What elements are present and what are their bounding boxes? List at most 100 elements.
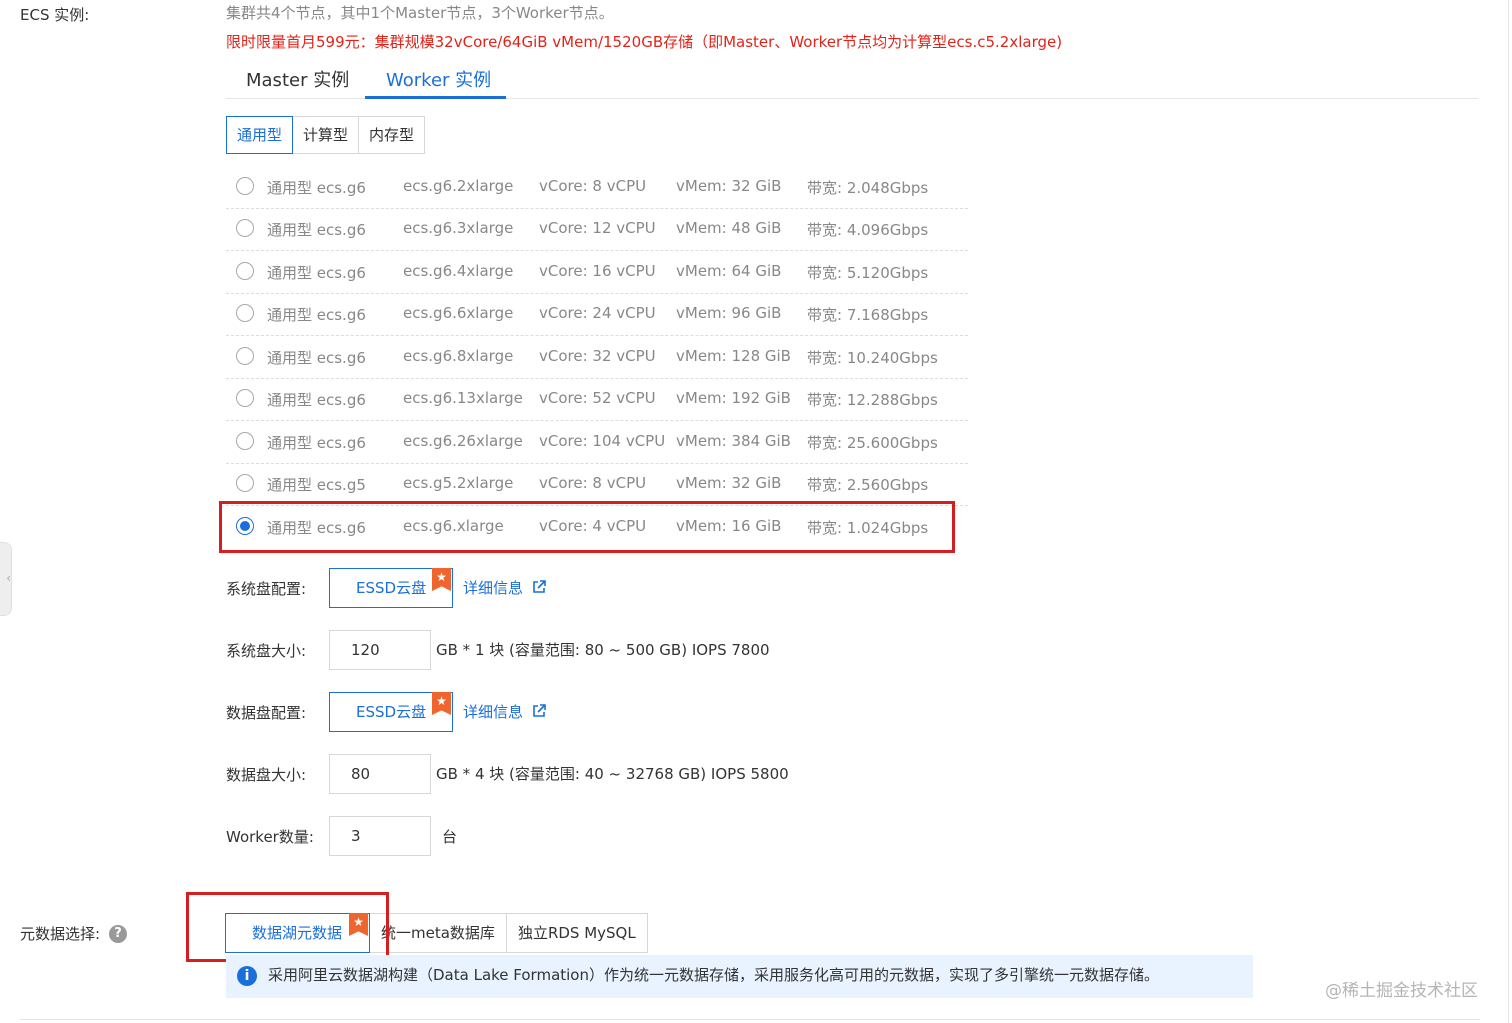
data-disk-detail-text: 详细信息 [463,703,524,721]
external-link-icon [533,704,546,717]
instance-radio[interactable] [236,262,254,280]
worker-count-unit: 台 [442,828,458,846]
instance-type: ecs.g5.2xlarge [403,474,514,492]
system-disk-detail-link[interactable]: 详细信息 [463,577,547,598]
instance-row[interactable]: 通用型 ecs.g6 ecs.g6.3xlarge vCore: 12 vCPU… [226,208,968,251]
metadata-selector: 数据湖元数据 ★ 统一meta数据库 独立RDS MySQL [225,913,648,953]
worker-count-label: Worker数量: [226,828,314,846]
filter-general-purpose[interactable]: 通用型 [226,116,294,154]
instance-vcore: vCore: 104 vCPU [539,432,666,450]
external-link-icon [533,580,546,593]
metadata-label: 元数据选择: [20,925,101,943]
instance-type: ecs.g6.4xlarge [403,262,514,280]
instance-vcore: vCore: 8 vCPU [539,474,647,492]
instance-vmem: vMem: 384 GiB [676,432,791,450]
selected-instance-highlight [219,501,955,553]
info-icon: i [237,966,257,986]
instance-radio[interactable] [236,177,254,195]
instance-family-filter: 通用型 计算型 内存型 [226,116,426,154]
instance-family: 通用型 ecs.g6 [267,349,366,367]
instance-row[interactable]: 通用型 ecs.g5 ecs.g5.2xlarge vCore: 8 vCPU … [226,463,968,506]
instance-bandwidth: 带宽: 2.048Gbps [807,179,929,197]
instance-radio[interactable] [236,474,254,492]
metadata-option-label: 数据湖元数据 [252,924,343,942]
data-disk-size-info: GB * 4 块 (容量范围: 40 ~ 32768 GB) IOPS 5800 [436,765,789,783]
instance-radio[interactable] [236,432,254,450]
instance-row[interactable]: 通用型 ecs.g6 ecs.g6.4xlarge vCore: 16 vCPU… [226,251,968,294]
instance-vmem: vMem: 32 GiB [676,474,782,492]
tab-master-instance[interactable]: Master 实例 [246,66,349,92]
data-disk-type: ESSD云盘 [356,703,427,721]
help-icon[interactable]: ? [109,925,127,943]
instance-bandwidth: 带宽: 7.168Gbps [807,306,929,324]
collapse-sidebar-tab[interactable]: ‹ [0,542,12,616]
promo-text: 限时限量首月599元：集群规模32vCore/64GiB vMem/1520GB… [226,33,1063,51]
metadata-option-rds-mysql[interactable]: 独立RDS MySQL [505,913,648,953]
metadata-option-dlf[interactable]: 数据湖元数据 ★ [225,913,371,953]
instance-type: ecs.g6.2xlarge [403,177,514,195]
instance-bandwidth: 带宽: 10.240Gbps [807,349,938,367]
tab-worker-instance[interactable]: Worker 实例 [386,66,491,92]
instance-row[interactable]: 通用型 ecs.g6 ecs.g6.8xlarge vCore: 32 vCPU… [226,336,968,379]
instance-family: 通用型 ecs.g6 [267,306,366,324]
data-disk-size-input[interactable]: 80 [329,754,431,794]
star-badge-icon: ★ [432,692,451,715]
right-divider [1508,0,1509,1023]
instance-vcore: vCore: 52 vCPU [539,389,656,407]
system-disk-type-button[interactable]: ESSD云盘 ★ [329,568,453,608]
instance-vmem: vMem: 48 GiB [676,219,782,237]
instance-bandwidth: 带宽: 5.120Gbps [807,264,929,282]
instance-row[interactable]: 通用型 ecs.g6 ecs.g6.26xlarge vCore: 104 vC… [226,421,968,464]
bottom-divider [20,1019,1480,1020]
instance-vcore: vCore: 24 vCPU [539,304,656,322]
filter-memory-optimized[interactable]: 内存型 [358,116,426,154]
instance-radio[interactable] [236,347,254,365]
system-disk-config-label: 系统盘配置: [226,580,307,598]
instance-bandwidth: 带宽: 2.560Gbps [807,476,929,494]
metadata-info-text: 采用阿里云数据湖构建（Data Lake Formation）作为统一元数据存储… [268,966,1159,984]
instance-family: 通用型 ecs.g6 [267,221,366,239]
instance-vcore: vCore: 12 vCPU [539,219,656,237]
instance-family: 通用型 ecs.g6 [267,264,366,282]
instance-row[interactable]: 通用型 ecs.g6 ecs.g6.2xlarge vCore: 8 vCPU … [226,166,968,209]
star-badge-icon: ★ [349,913,369,936]
star-badge-icon: ★ [432,568,451,591]
instance-family: 通用型 ecs.g6 [267,391,366,409]
instance-vmem: vMem: 64 GiB [676,262,782,280]
watermark: @稀土掘金技术社区 [1325,981,1478,1001]
data-disk-size-label: 数据盘大小: [226,766,307,784]
instance-family: 通用型 ecs.g5 [267,476,366,494]
instance-type: ecs.g6.8xlarge [403,347,514,365]
cluster-node-note: 集群共4个节点，其中1个Master节点，3个Worker节点。 [226,4,614,22]
instance-row[interactable]: 通用型 ecs.g6 ecs.g6.13xlarge vCore: 52 vCP… [226,378,968,421]
data-disk-detail-link[interactable]: 详细信息 [463,701,547,722]
system-disk-size-label: 系统盘大小: [226,642,307,660]
data-disk-config-label: 数据盘配置: [226,704,307,722]
ecs-instance-label: ECS 实例: [20,6,90,24]
instance-vcore: vCore: 8 vCPU [539,177,647,195]
system-disk-detail-text: 详细信息 [463,579,524,597]
instance-vcore: vCore: 32 vCPU [539,347,656,365]
instance-bandwidth: 带宽: 12.288Gbps [807,391,938,409]
system-disk-size-input[interactable]: 120 [329,630,431,670]
instance-row[interactable]: 通用型 ecs.g6 ecs.g6.6xlarge vCore: 24 vCPU… [226,293,968,336]
instance-bandwidth: 带宽: 4.096Gbps [807,221,929,239]
instance-type: ecs.g6.3xlarge [403,219,514,237]
instance-radio[interactable] [236,304,254,322]
data-disk-type-button[interactable]: ESSD云盘 ★ [329,692,453,732]
instance-vmem: vMem: 192 GiB [676,389,791,407]
instance-radio[interactable] [236,219,254,237]
instance-vmem: vMem: 96 GiB [676,304,782,322]
system-disk-size-info: GB * 1 块 (容量范围: 80 ~ 500 GB) IOPS 7800 [436,641,770,659]
instance-type: ecs.g6.6xlarge [403,304,514,322]
instance-bandwidth: 带宽: 25.600Gbps [807,434,938,452]
metadata-option-unified-meta[interactable]: 统一meta数据库 [369,913,507,953]
instance-family: 通用型 ecs.g6 [267,179,366,197]
instance-type: ecs.g6.13xlarge [403,389,523,407]
instance-family: 通用型 ecs.g6 [267,434,366,452]
metadata-info-bar: i 采用阿里云数据湖构建（Data Lake Formation）作为统一元数据… [226,955,1253,998]
instance-radio[interactable] [236,389,254,407]
filter-compute-optimized[interactable]: 计算型 [292,116,360,154]
worker-count-input[interactable]: 3 [329,816,431,856]
active-tab-indicator [365,96,506,99]
